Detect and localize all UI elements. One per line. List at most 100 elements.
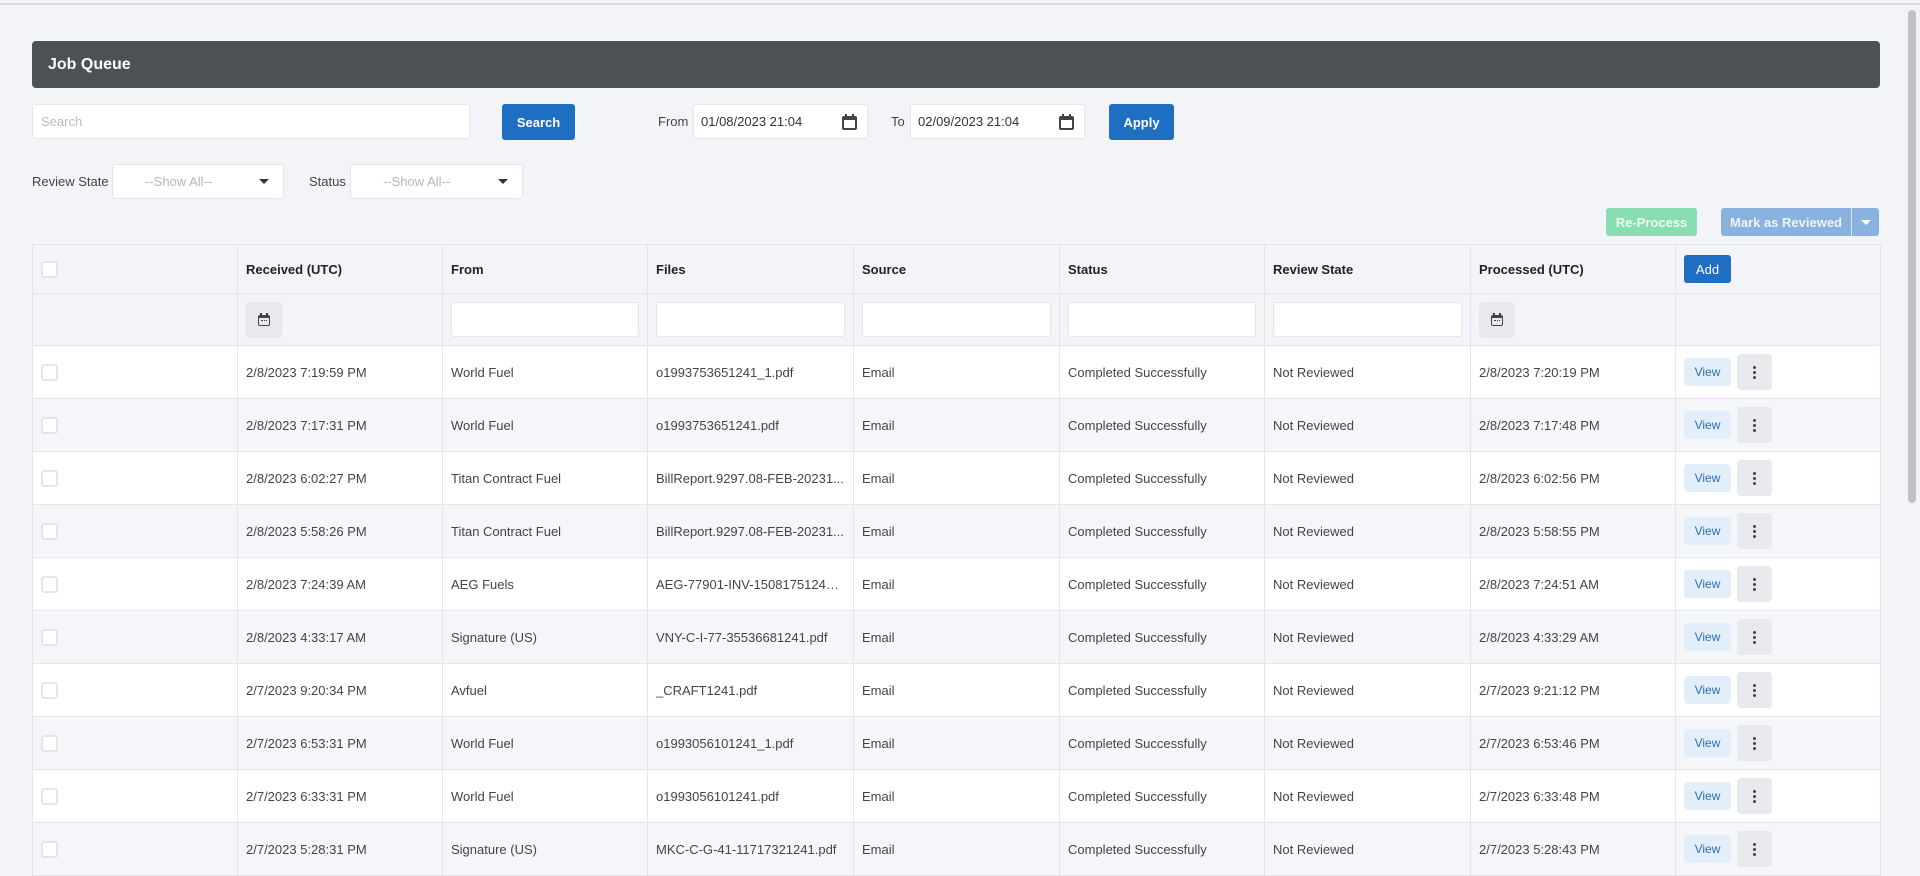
view-button[interactable]: View [1684, 623, 1731, 651]
from-cell: World Fuel [442, 345, 648, 399]
row-checkbox[interactable] [41, 787, 58, 805]
processed-date-filter-button[interactable] [1479, 301, 1515, 338]
table-row[interactable]: 2/7/2023 9:20:34 PM Avfuel _CRAFT1241.pdf E… [32, 663, 1881, 717]
column-header-files[interactable]: Files [647, 244, 854, 294]
files-cell: BillReport.9297.08-FEB-20231... [647, 504, 854, 558]
column-header-review-state[interactable]: Review State [1264, 244, 1471, 294]
table-row[interactable]: 2/8/2023 5:58:26 PM Titan Contract Fuel Bi… [32, 504, 1881, 558]
table-row[interactable]: 2/8/2023 7:24:39 AM AEG Fuels AEG-77901-IN… [32, 557, 1881, 611]
more-options-icon[interactable] [1737, 725, 1772, 761]
review-state-cell: Not Reviewed [1264, 345, 1471, 399]
column-header-from[interactable]: From [442, 244, 648, 294]
from-filter-input[interactable] [451, 302, 639, 337]
more-options-icon[interactable] [1737, 566, 1772, 602]
reprocess-button[interactable]: Re-Process [1606, 208, 1697, 236]
row-checkbox[interactable] [41, 416, 58, 434]
row-checkbox[interactable] [41, 522, 58, 540]
table-row[interactable]: 2/8/2023 6:02:27 PM Titan Contract Fuel Bi… [32, 451, 1881, 505]
column-header-processed[interactable]: Processed (UTC) [1470, 244, 1676, 294]
add-cell: Add [1675, 244, 1881, 294]
table-filter-row [32, 293, 1881, 346]
more-options-icon[interactable] [1737, 460, 1772, 496]
status-filter-input[interactable] [1068, 302, 1256, 337]
files-filter-input[interactable] [656, 302, 845, 337]
view-button[interactable]: View [1684, 835, 1731, 863]
row-checkbox[interactable] [41, 469, 58, 487]
status-cell: Completed Successfully [1059, 345, 1265, 399]
row-checkbox[interactable] [41, 840, 58, 858]
more-options-icon[interactable] [1737, 619, 1772, 655]
table-row[interactable]: 2/7/2023 6:53:31 PM World Fuel o1993056101… [32, 716, 1881, 770]
from-cell: Signature (US) [442, 822, 648, 876]
view-button[interactable]: View [1684, 411, 1731, 439]
column-header-source[interactable]: Source [853, 244, 1060, 294]
view-button[interactable]: View [1684, 358, 1731, 386]
from-date-field[interactable]: 01/08/2023 21:04 [693, 104, 868, 139]
more-options-icon[interactable] [1737, 354, 1772, 390]
received-cell: 2/7/2023 9:20:34 PM [237, 663, 443, 717]
search-button[interactable]: Search [502, 104, 575, 140]
row-checkbox[interactable] [41, 363, 58, 381]
source-filter-input[interactable] [862, 302, 1051, 337]
to-date-value: 02/09/2023 21:04 [918, 114, 1020, 129]
files-cell: MKC-C-G-41-11717321241.pdf [647, 822, 854, 876]
table-row[interactable]: 2/7/2023 5:28:31 PM Signature (US) MKC-C-G… [32, 822, 1881, 876]
calendar-icon[interactable] [842, 113, 857, 130]
view-button[interactable]: View [1684, 676, 1731, 704]
processed-cell: 2/7/2023 6:53:46 PM [1470, 716, 1676, 770]
received-date-filter-button[interactable] [246, 301, 282, 338]
view-button[interactable]: View [1684, 517, 1731, 545]
status-select[interactable]: --Show All-- [350, 164, 523, 199]
review-state-label: Review State [32, 174, 109, 189]
processed-cell: 2/8/2023 7:20:19 PM [1470, 345, 1676, 399]
source-cell: Email [853, 716, 1060, 770]
column-header-status[interactable]: Status [1059, 244, 1265, 294]
calendar-icon[interactable] [1059, 113, 1074, 130]
more-options-icon[interactable] [1737, 407, 1772, 443]
vertical-scrollbar[interactable] [1908, 10, 1916, 503]
column-header-received[interactable]: Received (UTC) [237, 244, 443, 294]
mark-reviewed-dropdown-toggle[interactable] [1851, 208, 1879, 236]
more-options-icon[interactable] [1737, 778, 1772, 814]
mark-reviewed-button[interactable]: Mark as Reviewed [1721, 208, 1851, 236]
received-cell: 2/8/2023 7:17:31 PM [237, 398, 443, 452]
search-input[interactable] [32, 104, 470, 139]
apply-button[interactable]: Apply [1109, 104, 1174, 140]
more-options-icon[interactable] [1737, 513, 1772, 549]
select-all-checkbox[interactable] [41, 260, 58, 278]
received-cell: 2/8/2023 6:02:27 PM [237, 451, 443, 505]
to-date-field[interactable]: 02/09/2023 21:04 [910, 104, 1085, 139]
table-row[interactable]: 2/8/2023 7:17:31 PM World Fuel o1993753651… [32, 398, 1881, 452]
add-button[interactable]: Add [1684, 255, 1731, 283]
row-checkbox[interactable] [41, 734, 58, 752]
review-state-select[interactable]: --Show All-- [112, 164, 284, 199]
review-state-cell: Not Reviewed [1264, 557, 1471, 611]
row-actions-cell: View [1675, 345, 1881, 399]
table-body: 2/8/2023 7:19:59 PM World Fuel o1993753651… [32, 345, 1881, 876]
review-state-value: --Show All-- [145, 174, 213, 189]
review-state-cell: Not Reviewed [1264, 610, 1471, 664]
row-actions-cell: View [1675, 398, 1881, 452]
table-row[interactable]: 2/7/2023 6:33:31 PM World Fuel o1993056101… [32, 769, 1881, 823]
more-options-icon[interactable] [1737, 831, 1772, 867]
row-actions-cell: View [1675, 504, 1881, 558]
more-options-icon[interactable] [1737, 672, 1772, 708]
row-checkbox[interactable] [41, 575, 58, 593]
table-row[interactable]: 2/8/2023 4:33:17 AM Signature (US) VNY-C-I… [32, 610, 1881, 664]
view-button[interactable]: View [1684, 570, 1731, 598]
view-button[interactable]: View [1684, 729, 1731, 757]
from-cell: Titan Contract Fuel [442, 451, 648, 505]
status-label: Status [309, 174, 346, 189]
row-actions-cell: View [1675, 451, 1881, 505]
filter-cell-received [237, 293, 443, 346]
files-cell: AEG-77901-INV-15081751241.... [647, 557, 854, 611]
row-checkbox[interactable] [41, 628, 58, 646]
received-cell: 2/7/2023 6:53:31 PM [237, 716, 443, 770]
view-button[interactable]: View [1684, 782, 1731, 810]
table-row[interactable]: 2/8/2023 7:19:59 PM World Fuel o1993753651… [32, 345, 1881, 399]
review-state-filter-input[interactable] [1273, 302, 1462, 337]
row-actions-cell: View [1675, 610, 1881, 664]
from-cell: World Fuel [442, 769, 648, 823]
view-button[interactable]: View [1684, 464, 1731, 492]
row-checkbox[interactable] [41, 681, 58, 699]
